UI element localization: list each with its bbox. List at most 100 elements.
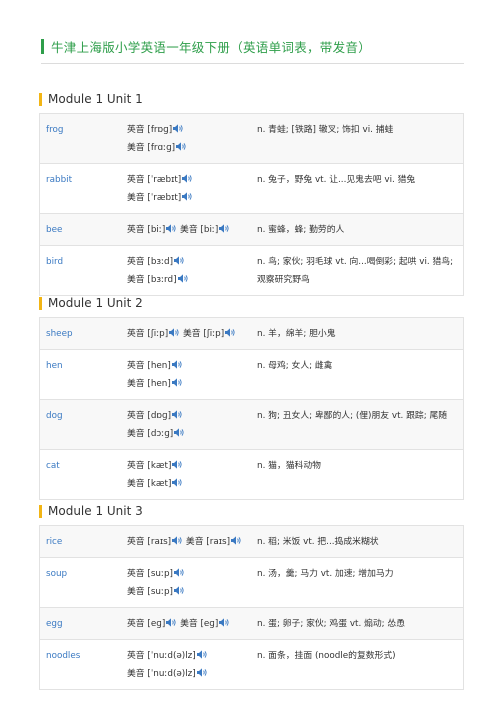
- section-header: Module 1 Unit 3: [39, 502, 464, 520]
- word-cell[interactable]: bird: [39, 245, 127, 296]
- speaker-icon[interactable]: [176, 142, 187, 151]
- pronunciation-text: 美音 [eɡ]: [180, 619, 219, 629]
- word-cell[interactable]: cat: [39, 449, 127, 500]
- word-cell[interactable]: rice: [39, 525, 127, 558]
- speaker-icon[interactable]: [172, 536, 183, 545]
- pronunciation-cell: 英音 [dɒɡ] 美音 [dɔːɡ]: [127, 399, 257, 450]
- speaker-icon[interactable]: [171, 378, 183, 387]
- table-row: hen 英音 [hen] 美音 [hen] n. 母鸡; 女人; 雌禽: [39, 349, 464, 400]
- word-table: frog 英音 [frɒɡ] 美音 [frɑːɡ] n. 青蛙; [铁路] 辙叉; 饰…: [39, 113, 464, 296]
- speaker-icon[interactable]: [172, 460, 183, 469]
- word-cell[interactable]: soup: [39, 557, 127, 608]
- pronunciation-text: 英音 [raɪs]: [127, 537, 172, 547]
- pronunciation-text: 美音 [ʃiːp]: [183, 329, 225, 339]
- speaker-icon[interactable]: [231, 536, 242, 545]
- meaning-cell: n. 汤，羹; 马力 vt. 加速; 增加马力: [257, 557, 464, 608]
- pronunciation-cell: 英音 [raɪs] 美音 [raɪs]: [127, 525, 257, 558]
- pronunciation-cell: 英音 [ʃiːp] 美音 [ʃiːp]: [127, 317, 257, 350]
- pronunciation-text: 美音 [frɑːɡ]: [127, 143, 176, 153]
- table-row: soup 英音 [suːp] 美音 [suːp] n. 汤，羹; 马力 vt. 加速;…: [39, 557, 464, 608]
- pronunciation-text: 英音 [bɜːd]: [127, 257, 174, 267]
- section-accent-bar: [39, 92, 42, 106]
- section-header: Module 1 Unit 2: [39, 294, 464, 312]
- table-row: rice 英音 [raɪs] 美音 [raɪs] n. 稻; 米饭 vt. 把...…: [39, 525, 464, 558]
- speaker-icon[interactable]: [173, 568, 185, 577]
- pronunciation-cell: 英音 [kæt] 美音 [kæt]: [127, 449, 257, 500]
- meaning-cell: n. 鸟; 家伙; 羽毛球 vt. 向...喝倒彩; 起哄 vi. 猎鸟; 观察…: [257, 245, 464, 296]
- table-row: dog 英音 [dɒɡ] 美音 [dɔːɡ] n. 狗; 丑女人; 卑鄙的人; (俚)…: [39, 399, 464, 450]
- speaker-icon[interactable]: [166, 224, 177, 233]
- speaker-icon[interactable]: [172, 478, 183, 487]
- pronunciation-text: 美音 [dɔːɡ]: [127, 429, 174, 439]
- pronunciation-text: 美音 [bɜːrd]: [127, 275, 177, 285]
- pronunciation-text: 美音 [hen]: [127, 379, 171, 389]
- pronunciation-cell: 英音 [ˈnuːd(ə)lz] 美音 [ˈnuːd(ə)lz]: [127, 639, 257, 690]
- title-divider: [41, 63, 464, 64]
- word-cell[interactable]: egg: [39, 607, 127, 640]
- pronunciation-text: 英音 [frɒɡ]: [127, 125, 173, 135]
- pronunciation-text: 英音 [kæt]: [127, 461, 172, 471]
- pronunciation-text: 英音 [biː]: [127, 225, 166, 235]
- section-accent-bar: [39, 296, 42, 310]
- pronunciation-text: 美音 [kæt]: [127, 479, 172, 489]
- pronunciation-cell: 英音 [hen] 美音 [hen]: [127, 349, 257, 400]
- vocab-section: Module 1 Unit 2 sheep 英音 [ʃiːp] 美音 [ʃiːp] n…: [39, 294, 464, 500]
- pronunciation-cell: 英音 [ˈræbɪt] 美音 [ˈræbɪt]: [127, 163, 257, 214]
- word-cell[interactable]: dog: [39, 399, 127, 450]
- section-title: Module 1 Unit 3: [48, 504, 143, 518]
- meaning-cell: n. 狗; 丑女人; 卑鄙的人; (俚)朋友 vt. 跟踪; 尾随: [257, 399, 464, 450]
- table-row: bee 英音 [biː] 美音 [biː] n. 蜜蜂，蜂; 勤劳的人: [39, 213, 464, 246]
- meaning-cell: n. 蛋; 卵子; 家伙; 鸡蛋 vt. 煽动; 怂恿: [257, 607, 464, 640]
- section-title: Module 1 Unit 2: [48, 296, 143, 310]
- speaker-icon[interactable]: [196, 668, 208, 677]
- table-row: bird 英音 [bɜːd] 美音 [bɜːrd] n. 鸟; 家伙; 羽毛球 vt.…: [39, 245, 464, 296]
- document-title: 牛津上海版小学英语一年级下册（英语单词表，带发音）: [41, 37, 371, 55]
- speaker-icon[interactable]: [173, 586, 185, 595]
- word-table: rice 英音 [raɪs] 美音 [raɪs] n. 稻; 米饭 vt. 把...…: [39, 525, 464, 690]
- section-header: Module 1 Unit 1: [39, 90, 464, 108]
- speaker-icon[interactable]: [196, 650, 208, 659]
- meaning-cell: n. 稻; 米饭 vt. 把...捣成米糊状: [257, 525, 464, 558]
- word-table: sheep 英音 [ʃiːp] 美音 [ʃiːp] n. 羊，绵羊; 胆小鬼 hen 英…: [39, 317, 464, 500]
- word-cell[interactable]: hen: [39, 349, 127, 400]
- speaker-icon[interactable]: [177, 274, 189, 283]
- pronunciation-text: 英音 [suːp]: [127, 569, 173, 579]
- vocab-section: Module 1 Unit 3 rice 英音 [raɪs] 美音 [raɪs] n.…: [39, 502, 464, 690]
- meaning-cell: n. 母鸡; 女人; 雌禽: [257, 349, 464, 400]
- pronunciation-cell: 英音 [bɜːd] 美音 [bɜːrd]: [127, 245, 257, 296]
- word-cell[interactable]: frog: [39, 113, 127, 164]
- word-cell[interactable]: bee: [39, 213, 127, 246]
- speaker-icon[interactable]: [173, 124, 184, 133]
- speaker-icon[interactable]: [169, 328, 180, 337]
- section-title: Module 1 Unit 1: [48, 92, 143, 106]
- pronunciation-text: 英音 [dɒɡ]: [127, 411, 172, 421]
- pronunciation-cell: 英音 [eɡ] 美音 [eɡ]: [127, 607, 257, 640]
- speaker-icon[interactable]: [174, 256, 185, 265]
- pronunciation-cell: 英音 [frɒɡ] 美音 [frɑːɡ]: [127, 113, 257, 164]
- table-row: sheep 英音 [ʃiːp] 美音 [ʃiːp] n. 羊，绵羊; 胆小鬼: [39, 317, 464, 350]
- speaker-icon[interactable]: [225, 328, 236, 337]
- speaker-icon[interactable]: [171, 360, 183, 369]
- pronunciation-text: 美音 [ˈnuːd(ə)lz]: [127, 669, 196, 679]
- speaker-icon[interactable]: [166, 618, 177, 627]
- pronunciation-text: 美音 [biː]: [180, 225, 219, 235]
- word-cell[interactable]: noodles: [39, 639, 127, 690]
- speaker-icon[interactable]: [182, 192, 193, 201]
- speaker-icon[interactable]: [219, 618, 230, 627]
- speaker-icon[interactable]: [174, 428, 185, 437]
- word-cell[interactable]: rabbit: [39, 163, 127, 214]
- pronunciation-cell: 英音 [suːp] 美音 [suːp]: [127, 557, 257, 608]
- speaker-icon[interactable]: [182, 174, 193, 183]
- table-row: frog 英音 [frɒɡ] 美音 [frɑːɡ] n. 青蛙; [铁路] 辙叉; 饰…: [39, 113, 464, 164]
- pronunciation-text: 英音 [ˈnuːd(ə)lz]: [127, 651, 196, 661]
- section-accent-bar: [39, 504, 42, 518]
- word-cell[interactable]: sheep: [39, 317, 127, 350]
- pronunciation-text: 英音 [hen]: [127, 361, 171, 371]
- meaning-cell: n. 面条，挂面 (noodle的复数形式): [257, 639, 464, 690]
- pronunciation-text: 美音 [suːp]: [127, 587, 173, 597]
- speaker-icon[interactable]: [172, 410, 183, 419]
- pronunciation-text: 美音 [ˈræbɪt]: [127, 193, 182, 203]
- speaker-icon[interactable]: [219, 224, 230, 233]
- title-accent-bar: [41, 38, 44, 54]
- meaning-cell: n. 羊，绵羊; 胆小鬼: [257, 317, 464, 350]
